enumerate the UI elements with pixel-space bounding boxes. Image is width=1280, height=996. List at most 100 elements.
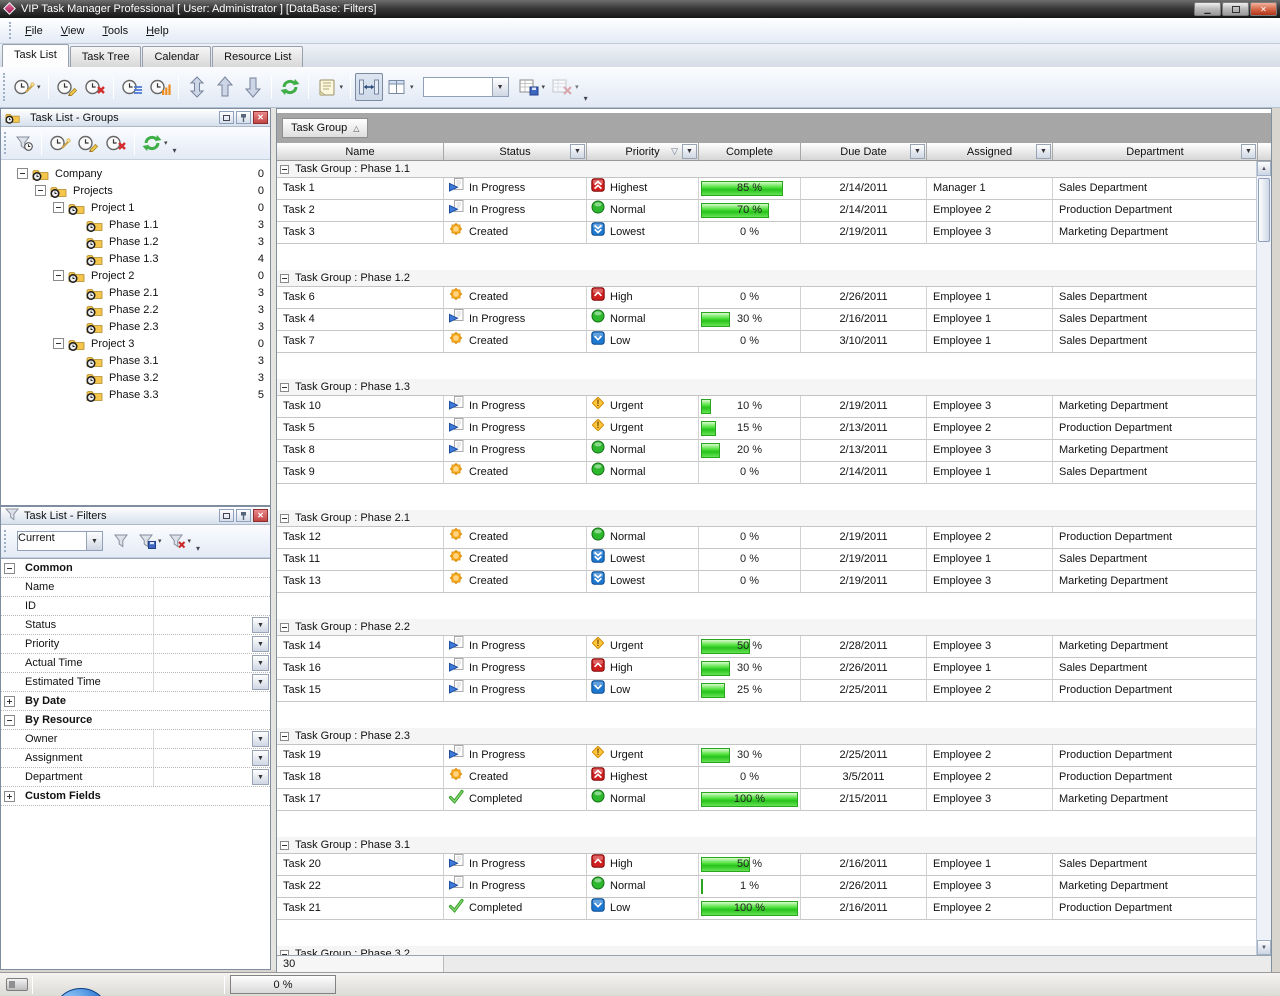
department-cell[interactable]: Production Department bbox=[1053, 418, 1256, 440]
task-name-cell[interactable]: Task 12 bbox=[277, 527, 444, 549]
complete-cell[interactable]: 0 % bbox=[699, 462, 801, 484]
task-row[interactable]: Task 12CreatedNormal0 %2/19/2011Employee… bbox=[277, 527, 1256, 549]
priority-cell[interactable]: !Urgent bbox=[587, 745, 699, 767]
tree-item-phase-2-1[interactable]: Phase 2.13 bbox=[1, 284, 270, 301]
task-row[interactable]: Task 9CreatedNormal0 %2/14/2011Employee … bbox=[277, 462, 1256, 484]
complete-cell[interactable]: 30 % bbox=[699, 309, 801, 331]
priority-cell[interactable]: Normal bbox=[587, 440, 699, 462]
tree-item-phase-3-3[interactable]: Phase 3.35 bbox=[1, 386, 270, 403]
dropdown-arrow-icon[interactable]: ▼ bbox=[252, 750, 269, 766]
group-collapse-icon[interactable] bbox=[280, 514, 289, 523]
toolbar-overflow-button[interactable]: ▾ bbox=[173, 146, 177, 155]
edit-task-button[interactable] bbox=[53, 73, 81, 101]
task-row[interactable]: Task 19In Progress!Urgent30 %2/25/2011Em… bbox=[277, 745, 1256, 767]
column-header-assigned[interactable]: Assigned▼ bbox=[927, 143, 1053, 161]
group-header-task-group-phase-1-2[interactable]: Task Group : Phase 1.2 bbox=[277, 270, 1256, 287]
notes-button[interactable]: ▾ bbox=[313, 73, 347, 101]
assigned-cell[interactable]: Employee 1 bbox=[927, 287, 1053, 309]
department-cell[interactable]: Production Department bbox=[1053, 898, 1256, 920]
department-cell[interactable]: Production Department bbox=[1053, 680, 1256, 702]
menu-help[interactable]: Help bbox=[137, 21, 178, 41]
assigned-cell[interactable]: Employee 3 bbox=[927, 876, 1053, 898]
group-header-task-group-phase-2-1[interactable]: Task Group : Phase 2.1 bbox=[277, 510, 1256, 527]
status-cell[interactable]: In Progress bbox=[444, 745, 587, 767]
dropdown-arrow-icon[interactable]: ▼ bbox=[252, 731, 269, 747]
tree-expander-icon[interactable] bbox=[35, 185, 46, 196]
department-cell[interactable]: Marketing Department bbox=[1053, 571, 1256, 593]
status-cell[interactable]: In Progress bbox=[444, 876, 587, 898]
close-panel-button[interactable]: ✕ bbox=[253, 509, 268, 522]
assigned-cell[interactable]: Employee 3 bbox=[927, 636, 1053, 658]
filter-value-cell[interactable] bbox=[153, 597, 270, 615]
task-name-cell[interactable]: Task 7 bbox=[277, 331, 444, 353]
view-combobox[interactable]: ▼ bbox=[423, 77, 509, 97]
assigned-cell[interactable]: Employee 2 bbox=[927, 527, 1053, 549]
filter-field-assignment[interactable]: Assignment▼ bbox=[1, 749, 270, 768]
priority-cell[interactable]: Normal bbox=[587, 462, 699, 484]
department-cell[interactable]: Marketing Department bbox=[1053, 440, 1256, 462]
due-date-cell[interactable]: 2/26/2011 bbox=[801, 287, 927, 309]
status-cell[interactable]: Created bbox=[444, 571, 587, 593]
dropdown-caret-icon[interactable]: ▾ bbox=[158, 537, 162, 545]
filter-field-estimated-time[interactable]: Estimated Time▼ bbox=[1, 673, 270, 692]
group-collapse-icon[interactable] bbox=[280, 732, 289, 741]
task-row[interactable]: Task 10In Progress!Urgent10 %2/19/2011Em… bbox=[277, 396, 1256, 418]
department-cell[interactable]: Sales Department bbox=[1053, 549, 1256, 571]
tree-item-phase-3-1[interactable]: Phase 3.13 bbox=[1, 352, 270, 369]
tree-expander-icon[interactable] bbox=[53, 338, 64, 349]
due-date-cell[interactable]: 3/10/2011 bbox=[801, 331, 927, 353]
assigned-cell[interactable]: Employee 2 bbox=[927, 745, 1053, 767]
assigned-cell[interactable]: Employee 1 bbox=[927, 462, 1053, 484]
fit-width-toggle[interactable] bbox=[355, 73, 383, 101]
filter-value-cell[interactable] bbox=[153, 578, 270, 596]
new-group-button[interactable] bbox=[46, 130, 74, 156]
group-collapse-icon[interactable] bbox=[280, 383, 289, 392]
filter-value-cell[interactable]: ▼ bbox=[153, 730, 270, 748]
filter-value-cell[interactable]: ▼ bbox=[153, 654, 270, 672]
column-header-name[interactable]: Name bbox=[277, 143, 444, 161]
assigned-cell[interactable]: Employee 3 bbox=[927, 571, 1053, 593]
assigned-cell[interactable]: Employee 1 bbox=[927, 549, 1053, 571]
status-cell[interactable]: Created bbox=[444, 527, 587, 549]
complete-cell[interactable]: 20 % bbox=[699, 440, 801, 462]
priority-cell[interactable]: High bbox=[587, 658, 699, 680]
assigned-cell[interactable]: Employee 1 bbox=[927, 331, 1053, 353]
filter-section-common[interactable]: Common bbox=[1, 559, 270, 578]
refresh-button[interactable] bbox=[276, 73, 304, 101]
priority-cell[interactable]: !Urgent bbox=[587, 636, 699, 658]
status-cell[interactable]: Completed bbox=[444, 898, 587, 920]
dropdown-caret-icon[interactable]: ▾ bbox=[188, 537, 192, 545]
group-header-task-group-phase-3-2[interactable]: Task Group : Phase 3.2 bbox=[277, 946, 1256, 955]
column-header-status[interactable]: Status▼ bbox=[444, 143, 587, 161]
department-cell[interactable]: Production Department bbox=[1053, 745, 1256, 767]
task-row[interactable]: Task 11CreatedLowest0 %2/19/2011Employee… bbox=[277, 549, 1256, 571]
assigned-cell[interactable]: Employee 2 bbox=[927, 767, 1053, 789]
status-cell[interactable]: Created bbox=[444, 462, 587, 484]
task-row[interactable]: Task 16In ProgressHigh30 %2/26/2011Emplo… bbox=[277, 658, 1256, 680]
complete-cell[interactable]: 30 % bbox=[699, 745, 801, 767]
task-name-cell[interactable]: Task 10 bbox=[277, 396, 444, 418]
dropdown-arrow-icon[interactable]: ▼ bbox=[252, 674, 269, 690]
dropdown-arrow-icon[interactable]: ▼ bbox=[252, 636, 269, 652]
department-cell[interactable]: Marketing Department bbox=[1053, 876, 1256, 898]
complete-cell[interactable]: 0 % bbox=[699, 222, 801, 244]
scroll-track[interactable] bbox=[1257, 176, 1271, 940]
priority-cell[interactable]: Normal bbox=[587, 527, 699, 549]
department-cell[interactable]: Production Department bbox=[1053, 767, 1256, 789]
minimize-button[interactable]: ▁ bbox=[1194, 2, 1221, 16]
complete-cell[interactable]: 100 % bbox=[699, 898, 801, 920]
status-cell[interactable]: Completed bbox=[444, 789, 587, 811]
filter-field-id[interactable]: ID bbox=[1, 597, 270, 616]
dropdown-caret-icon[interactable]: ▾ bbox=[340, 83, 344, 91]
tree-item-phase-1-2[interactable]: Phase 1.23 bbox=[1, 233, 270, 250]
priority-cell[interactable]: Low bbox=[587, 898, 699, 920]
task-name-cell[interactable]: Task 8 bbox=[277, 440, 444, 462]
tab-resource-list[interactable]: Resource List bbox=[212, 46, 303, 67]
group-collapse-icon[interactable] bbox=[280, 841, 289, 850]
task-checklist-button[interactable] bbox=[118, 73, 146, 101]
due-date-cell[interactable]: 2/25/2011 bbox=[801, 680, 927, 702]
save-filter-button[interactable]: ▾ bbox=[135, 528, 165, 554]
priority-cell[interactable]: Highest bbox=[587, 178, 699, 200]
tree-item-phase-1-3[interactable]: Phase 1.34 bbox=[1, 250, 270, 267]
status-cell[interactable]: In Progress bbox=[444, 200, 587, 222]
